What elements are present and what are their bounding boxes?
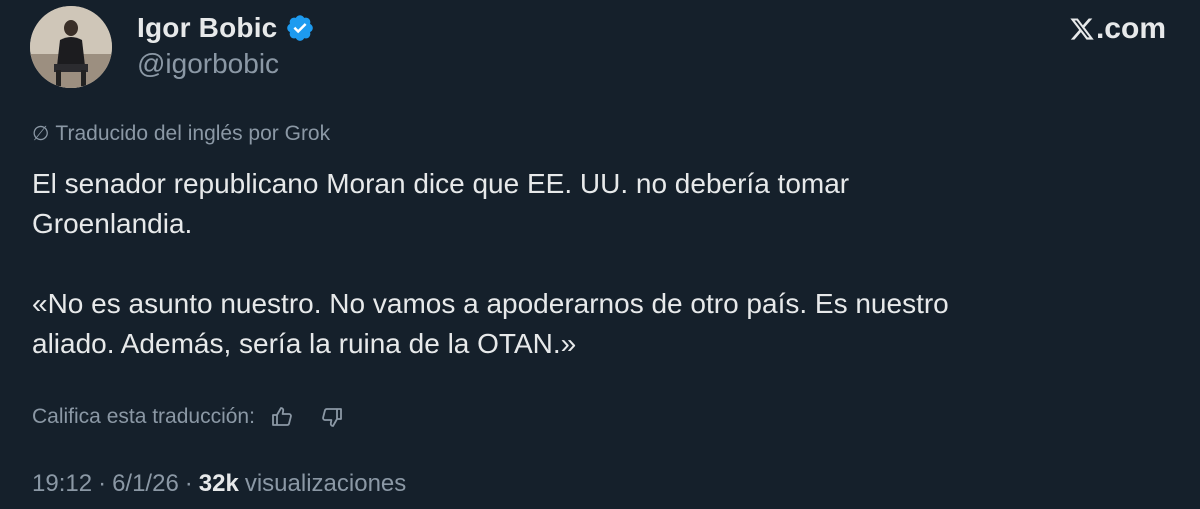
tweet-date[interactable]: 6/1/26 [112,470,179,498]
thumbs-up-icon [272,407,292,426]
views-count: 32k [198,470,239,497]
author-handle[interactable]: @igorbobic [137,48,279,80]
x-logo-icon [1069,16,1095,42]
verified-badge-icon [285,13,315,43]
brand-watermark: .com [1069,12,1166,46]
rate-translation-label: Califica esta traducción: [32,405,255,428]
translation-note: ∅ Traducido del inglés por Grok [32,121,330,146]
author-name-row: Igor Bobic [137,12,315,44]
avatar-photo [30,6,112,88]
tweet-meta: 19:12 · 6/1/26 · 32k visualizaciones [32,470,406,498]
thumbs-down-button[interactable] [317,402,347,432]
translation-note-text: Traducido del inglés por Grok [55,121,331,145]
brand-label: .com [1095,12,1166,45]
author-display-name[interactable]: Igor Bobic [137,12,277,44]
thumbs-up-button[interactable] [267,402,297,432]
no-symbol-icon: ∅ [32,123,50,145]
tweet-time[interactable]: 19:12 [32,470,92,498]
avatar[interactable] [30,6,112,88]
tweet-text: El senador republicano Moran dice que EE… [32,168,949,359]
thumbs-down-icon [322,408,342,427]
meta-separator: · [98,470,107,497]
meta-separator: · [184,470,193,497]
views-label: visualizaciones [244,470,407,497]
rate-translation-row: Califica esta traducción: [32,402,347,432]
